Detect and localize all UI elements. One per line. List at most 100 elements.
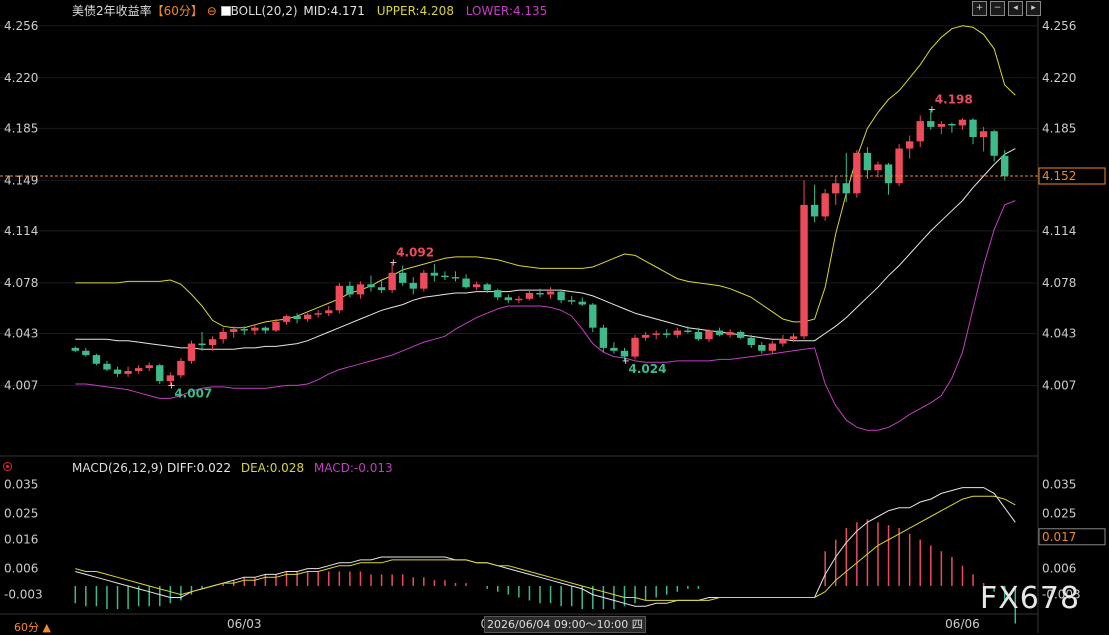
candle-body xyxy=(494,290,502,298)
candle-body xyxy=(789,336,798,340)
extreme-marker: + xyxy=(389,258,397,269)
extreme-marker: + xyxy=(621,356,629,367)
boll-upper: UPPER:4.208 xyxy=(376,4,454,18)
candle-body xyxy=(92,355,101,364)
macd-diff-line xyxy=(75,487,1016,607)
candle-body xyxy=(694,332,703,340)
candle-body xyxy=(979,131,988,137)
candle-body xyxy=(747,337,755,345)
boll-label[interactable]: BOLL(20,2) xyxy=(231,4,298,18)
price-axis: 4.2564.2564.2204.2204.1854.1854.1494.149… xyxy=(4,19,1076,393)
candle-body xyxy=(853,152,861,194)
candle-body xyxy=(937,124,946,127)
macd-tick-right: 0.025 xyxy=(1042,507,1076,521)
crosshair-time-label: 2026/06/04 09:00～10:00 四 xyxy=(484,616,646,633)
time-tick: 06/06 xyxy=(945,617,980,631)
candle-body xyxy=(821,193,829,217)
boll-lines xyxy=(75,25,1016,431)
candle-body xyxy=(335,285,344,311)
price-tick-left: 4.007 xyxy=(4,378,38,392)
candle-body xyxy=(863,152,872,171)
candle-body xyxy=(927,121,935,127)
candle-body xyxy=(483,284,491,291)
price-annotations: 4.092+4.007+4.024+4.198+ xyxy=(167,93,972,401)
macd-tick-left: 0.025 xyxy=(4,507,38,521)
candle-body xyxy=(325,310,333,314)
candle-body xyxy=(282,316,291,322)
candle-body xyxy=(641,334,650,338)
candle-body xyxy=(515,298,523,301)
extreme-marker: + xyxy=(928,105,936,116)
indicator-box-icon[interactable] xyxy=(220,6,231,16)
boll-lower-line xyxy=(75,200,1016,431)
extreme-marker: + xyxy=(167,380,175,391)
chart-toolbar: + − ◂ ▸ xyxy=(972,1,1041,16)
candle-body xyxy=(948,124,956,126)
extreme-label: 4.007 xyxy=(174,386,212,400)
step-forward-icon[interactable]: ▸ xyxy=(1026,1,1041,16)
candle-body xyxy=(430,272,439,276)
chart-canvas: 4.2564.2564.2204.2204.1854.1854.1494.149… xyxy=(0,0,1106,633)
candle-body xyxy=(272,321,280,331)
candle-body xyxy=(303,314,312,319)
boll-mid-line xyxy=(75,148,1016,350)
candle-body xyxy=(842,183,850,194)
candle-body xyxy=(346,285,354,295)
step-back-icon[interactable]: ◂ xyxy=(1008,1,1023,16)
macd-pane-icon[interactable] xyxy=(3,462,12,471)
candles xyxy=(71,109,1009,386)
boll-mid: MID:4.171 xyxy=(303,4,365,18)
candle-body xyxy=(367,284,375,288)
price-tick-left: 4.078 xyxy=(4,276,38,290)
candle-body xyxy=(356,284,365,295)
candle-body xyxy=(652,333,660,335)
macd-header: MACD(26,12,9) DIFF:0.022 DEA:0.028 MACD:… xyxy=(72,461,393,475)
macd-tick-right: 0.035 xyxy=(1042,478,1076,492)
candle-body xyxy=(758,345,766,351)
candle-body xyxy=(261,327,270,331)
chart-header: 美债2年收益率【60分】 ⊖ BOLL(20,2) MID:4.171 UPPE… xyxy=(72,2,547,19)
candle-body xyxy=(113,369,122,374)
candle-body xyxy=(578,301,586,305)
candle-body xyxy=(895,148,903,184)
main-gridlines xyxy=(0,0,1039,633)
candle-body xyxy=(504,297,513,301)
zoom-out-icon[interactable]: − xyxy=(990,1,1005,16)
candle-body xyxy=(599,327,608,348)
candle-body xyxy=(536,293,544,295)
macd-diff: DIFF:0.022 xyxy=(166,461,232,475)
candle-body xyxy=(230,329,238,332)
candle-body xyxy=(82,350,90,356)
period-label[interactable]: 【60分】 xyxy=(152,4,203,18)
candle-body xyxy=(874,164,882,171)
macd-tick-left: -0.003 xyxy=(4,588,43,602)
candle-body xyxy=(451,277,460,279)
macd-dea: DEA:0.028 xyxy=(240,461,305,475)
macd-label[interactable]: MACD(26,12,9) xyxy=(72,461,163,475)
candle-body xyxy=(832,183,840,194)
settings-icon[interactable]: ⊖ xyxy=(207,4,217,18)
boll-lower: LOWER:4.135 xyxy=(465,4,548,18)
candle-body xyxy=(409,282,417,289)
candle-body xyxy=(145,365,153,369)
candle-body xyxy=(779,339,787,344)
chart-title: 美债2年收益率 xyxy=(72,4,152,18)
candle-body xyxy=(673,330,681,335)
candle-body xyxy=(684,330,692,332)
macd-dea-line xyxy=(75,495,1016,601)
price-tick-right: 4.256 xyxy=(1042,19,1076,33)
macd-lines xyxy=(75,487,1016,607)
candle-body xyxy=(916,121,924,142)
candle-body xyxy=(177,360,185,376)
macd-axis: 0.0350.0350.0250.0250.0160.0160.0060.006… xyxy=(4,478,1081,602)
candle-body xyxy=(71,347,79,351)
candle-body xyxy=(124,371,132,374)
candle-body xyxy=(1001,155,1009,176)
macd-histogram xyxy=(74,519,1017,624)
candle-body xyxy=(240,329,248,331)
candle-body xyxy=(589,304,597,328)
extreme-label: 4.092 xyxy=(396,246,434,260)
candle-body xyxy=(715,330,724,335)
candle-body xyxy=(219,332,227,340)
zoom-in-icon[interactable]: + xyxy=(972,1,987,16)
